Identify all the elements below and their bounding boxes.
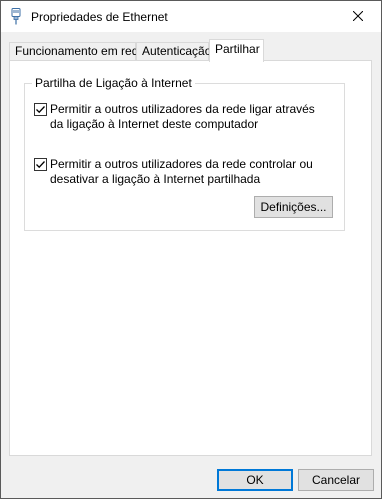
allow-connect-label: Permitir a outros utilizadores da rede l…: [50, 102, 315, 131]
close-button[interactable]: [335, 1, 381, 32]
tab-networking[interactable]: Funcionamento em rede: [9, 42, 145, 60]
group-title: Partilha de Ligação à Internet: [32, 76, 195, 91]
cancel-button[interactable]: Cancelar: [298, 469, 374, 491]
close-icon: [352, 10, 364, 24]
tab-authentication[interactable]: Autenticação: [136, 42, 211, 60]
title-bar[interactable]: Propriedades de Ethernet: [1, 1, 381, 32]
settings-button[interactable]: Definições...: [254, 196, 333, 218]
sharing-panel: Partilha de Ligação à Internet Permitir …: [9, 60, 372, 456]
allow-connect-checkbox[interactable]: [34, 103, 47, 116]
network-adapter-icon: [10, 8, 22, 25]
checkmark-icon: [36, 106, 45, 114]
internet-connection-sharing-group: Partilha de Ligação à Internet Permitir …: [24, 76, 345, 231]
checkmark-icon: [36, 161, 45, 169]
properties-dialog: Propriedades de Ethernet Funcionamento e…: [0, 0, 382, 499]
allow-control-label: Permitir a outros utilizadores da rede c…: [50, 157, 313, 186]
window-title: Propriedades de Ethernet: [31, 10, 168, 24]
ok-button[interactable]: OK: [217, 469, 293, 491]
allow-control-checkbox[interactable]: [34, 158, 47, 171]
tab-sharing[interactable]: Partilhar: [209, 39, 264, 62]
